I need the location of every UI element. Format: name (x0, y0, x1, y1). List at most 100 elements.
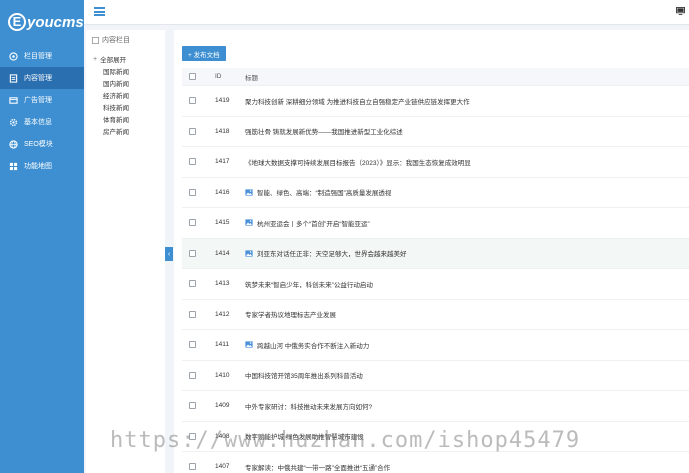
table-row[interactable]: 1410 中国科技馆开馆35周年推出系列科普活动 (182, 361, 689, 391)
table-row[interactable]: 1409 中外专家研讨：科技推动未来发展方向如何? (182, 391, 689, 422)
row-title: 跨越山河 中俄务实合作不断注入新动力 (257, 342, 370, 350)
row-checkbox[interactable] (189, 280, 196, 288)
table-row[interactable]: 1413 筑梦未来“智启少年，科创未来”公益行动启动 (182, 269, 689, 300)
sidebar-item-basic-info[interactable]: 基本信息 (0, 111, 84, 133)
column-header-title: 标题 (245, 74, 258, 82)
row-title: 中外专家研讨：科技推动未来发展方向如何? (245, 403, 373, 411)
row-title: 杭州亚运会丨多个“首创”开启“智能亚运” (257, 220, 370, 228)
document-icon (9, 73, 18, 83)
row-checkbox[interactable] (189, 188, 196, 196)
row-title-link[interactable]: 筑梦未来“智启少年，科创未来”公益行动启动 (245, 269, 685, 299)
menu-toggle-icon[interactable] (94, 7, 105, 16)
seo-icon (9, 139, 18, 149)
table-row[interactable]: 1415 杭州亚运会丨多个“首创”开启“智能亚运” (182, 208, 689, 239)
folder-icon (92, 36, 99, 44)
row-title-link[interactable]: 专家学者热议地理标志产业发展 (245, 300, 685, 330)
row-title: 专家学者热议地理标志产业发展 (245, 312, 336, 320)
row-title-link[interactable]: 强筋壮骨 铸就发展新优势——我国推进新型工业化综述 (245, 117, 685, 147)
tree-item[interactable]: 国内新闻 (86, 77, 165, 89)
sidebar-item-content[interactable]: 内容管理 (0, 67, 84, 89)
tree-header-label: 内容栏目 (102, 37, 130, 44)
tree-item[interactable]: 房产新闻 (86, 125, 165, 137)
row-title-link[interactable]: 中外专家研讨：科技推动未来发展方向如何? (245, 391, 685, 421)
row-title-link[interactable]: 杭州亚运会丨多个“首创”开启“智能亚运” (245, 208, 685, 238)
image-icon (245, 219, 253, 226)
tree-item-label: 房产新闻 (103, 129, 129, 136)
tree-root-label: 全部展开 (100, 57, 127, 64)
publish-document-button[interactable]: + 发布文档 (182, 46, 226, 61)
table-row[interactable]: 1412 专家学者热议地理标志产业发展 (182, 300, 689, 330)
column-header-id: ID (215, 73, 222, 80)
plus-icon[interactable]: + (93, 56, 97, 63)
row-checkbox[interactable] (189, 463, 196, 471)
tree-item-label: 科技新闻 (103, 105, 129, 112)
row-title: 强筋壮骨 铸就发展新优势——我国推进新型工业化综述 (245, 129, 403, 137)
sidebar-item-seo[interactable]: SEO模块 (0, 133, 84, 155)
tree-item-label: 国内新闻 (103, 81, 129, 88)
collapse-panel-button[interactable]: ‹ (165, 247, 173, 261)
row-title: 《地球大数据支撑可持续发展目标报告（2023）》显示：我国生态恢复成效明显 (245, 159, 471, 167)
sidebar-item-feature-map[interactable]: 功能地图 (0, 155, 84, 177)
row-checkbox[interactable] (189, 341, 196, 349)
image-icon (245, 250, 253, 257)
row-checkbox[interactable] (189, 219, 196, 227)
ad-icon (9, 96, 18, 104)
row-checkbox[interactable] (189, 371, 196, 379)
tree-item[interactable]: 科技新闻 (86, 101, 165, 113)
table-row[interactable]: 1418 强筋壮骨 铸就发展新优势——我国推进新型工业化综述 (182, 117, 689, 147)
row-id: 1417 (215, 158, 230, 166)
row-checkbox[interactable] (189, 127, 196, 135)
content-panel: + 发布文档 ID 标题 1419 聚力科技创新 深耕细分领域 为推进科技自立自强… (174, 30, 689, 473)
row-id: 1412 (215, 310, 230, 318)
top-bar (84, 0, 689, 25)
logo: E youcms (0, 0, 84, 44)
row-title-link[interactable]: 跨越山河 中俄务实合作不断注入新动力 (245, 330, 685, 360)
tree-item-label: 国际新闻 (103, 69, 129, 76)
sidebar-item-label: 内容管理 (24, 75, 52, 82)
row-checkbox[interactable] (189, 249, 196, 257)
row-checkbox[interactable] (189, 97, 196, 105)
row-id: 1407 (215, 463, 230, 471)
table-row[interactable]: 1414 刘亚东对话任正非：天空足够大，世界会越来越美好 (182, 238, 689, 269)
row-title-link[interactable]: 聚力科技创新 深耕细分领域 为推进科技自立自强稳定产业链供应链发挥更大作 (245, 86, 685, 116)
watermark: https://www.huzhan.com/ishop45479 (110, 428, 581, 453)
settings-icon (9, 118, 18, 126)
tree-header: 内容栏目 (86, 30, 165, 50)
tree-item[interactable]: 体育新闻 (86, 113, 165, 125)
row-id: 1416 (215, 188, 230, 196)
row-title-link[interactable]: 刘亚东对话任正非：天空足够大，世界会越来越美好 (245, 239, 685, 269)
row-id: 1414 (215, 249, 230, 257)
row-checkbox[interactable] (189, 310, 196, 318)
row-checkbox[interactable] (189, 402, 196, 410)
tree-root-expand-all[interactable]: + 全部展开 (86, 53, 165, 65)
sidebar-item-category[interactable]: 栏目管理 (0, 45, 84, 67)
tree-item[interactable]: 国际新闻 (86, 65, 165, 77)
row-id: 1419 (215, 97, 230, 105)
table-row[interactable]: 1407 专家解读：中俄共建“一带一路”全面推进“五通”合作 (182, 452, 689, 473)
document-table: ID 标题 1419 聚力科技创新 深耕细分领域 为推进科技自立自强稳定产业链供应… (182, 68, 689, 473)
row-title: 筑梦未来“智启少年，科创未来”公益行动启动 (245, 281, 373, 289)
grid-icon (9, 162, 18, 170)
row-title-link[interactable]: 《地球大数据支撑可持续发展目标报告（2023）》显示：我国生态恢复成效明显 (245, 147, 685, 177)
select-all-checkbox[interactable] (189, 73, 196, 80)
row-title-link[interactable]: 中国科技馆开馆35周年推出系列科普活动 (245, 361, 685, 391)
table-header-row: ID 标题 (182, 68, 689, 86)
row-checkbox[interactable] (189, 158, 196, 166)
row-id: 1415 (215, 219, 230, 227)
logo-text: youcms (27, 13, 84, 31)
table-row[interactable]: 1419 聚力科技创新 深耕细分领域 为推进科技自立自强稳定产业链供应链发挥更大作 (182, 86, 689, 117)
sidebar-item-label: SEO模块 (24, 141, 53, 148)
image-icon (245, 341, 253, 348)
sitemap-icon (9, 51, 18, 61)
table-row[interactable]: 1411 跨越山河 中俄务实合作不断注入新动力 (182, 330, 689, 361)
row-id: 1411 (215, 341, 229, 349)
sidebar-item-ads[interactable]: 广告管理 (0, 89, 84, 111)
row-title-link[interactable]: 专家解读：中俄共建“一带一路”全面推进“五通”合作 (245, 452, 685, 473)
table-row[interactable]: 1417 《地球大数据支撑可持续发展目标报告（2023）》显示：我国生态恢复成效明… (182, 147, 689, 178)
sidebar-item-label: 栏目管理 (24, 53, 52, 60)
row-title-link[interactable]: 智能、绿色、高端：“制造强国”高质量发展透视 (245, 178, 685, 208)
logo-mark: E (8, 13, 26, 31)
tree-item[interactable]: 经济新闻 (86, 89, 165, 101)
monitor-icon[interactable] (676, 7, 685, 15)
table-row[interactable]: 1416 智能、绿色、高端：“制造强国”高质量发展透视 (182, 178, 689, 208)
